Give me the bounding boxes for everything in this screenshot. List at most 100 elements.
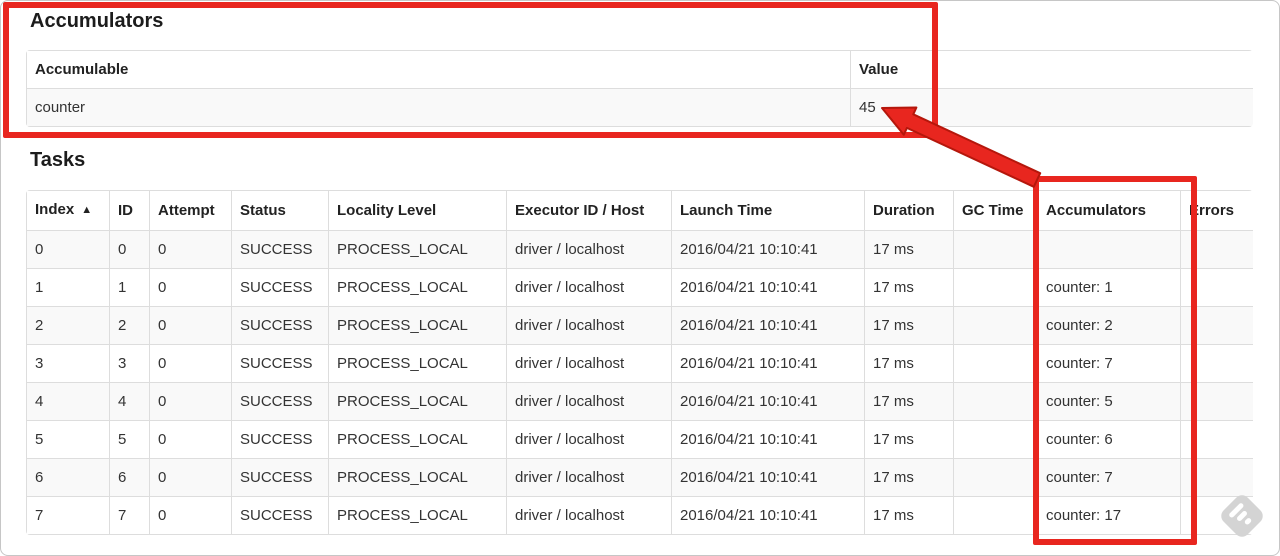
spark-ui-stage-page: Accumulators Accumulable Value counter 45 T… [0,0,1280,556]
cell-status: SUCCESS [231,268,329,307]
cell-attempt: 0 [149,230,232,269]
cell-errors [1180,268,1253,307]
cell-gc-time [953,230,1038,269]
cell-executor-id-host: driver / localhost [506,458,672,497]
cell-accumulators: counter: 2 [1037,306,1181,345]
cell-executor-id-host: driver / localhost [506,496,672,535]
cell-duration: 17 ms [864,458,954,497]
sort-ascending-icon: ▲ [81,204,93,216]
cell-executor-id-host: driver / localhost [506,268,672,307]
cell-index: 6 [26,458,110,497]
cell-locality-level: PROCESS_LOCAL [328,230,507,269]
cell-launch-time: 2016/04/21 10:10:41 [671,496,865,535]
cell-errors [1180,382,1253,421]
cell-duration: 17 ms [864,268,954,307]
cell-index: 3 [26,344,110,383]
cell-index: 4 [26,382,110,421]
cell-errors [1180,458,1253,497]
cell-launch-time: 2016/04/21 10:10:41 [671,306,865,345]
cell-gc-time [953,496,1038,535]
cell-attempt: 0 [149,382,232,421]
column-header-index[interactable]: Index ▲ [26,190,110,231]
cell-index: 2 [26,306,110,345]
cell-id: 4 [109,382,150,421]
cell-status: SUCCESS [231,382,329,421]
cell-executor-id-host: driver / localhost [506,344,672,383]
cell-launch-time: 2016/04/21 10:10:41 [671,458,865,497]
cell-accumulators [1037,230,1181,269]
cell-status: SUCCESS [231,496,329,535]
column-header-accumulable: Accumulable [26,50,851,89]
cell-status: SUCCESS [231,306,329,345]
cell-attempt: 0 [149,420,232,459]
cell-value: 45 [850,88,1253,127]
cell-id: 3 [109,344,150,383]
cell-executor-id-host: driver / localhost [506,382,672,421]
tasks-table: Index ▲ ID Attempt Status Locality Level Execu… [26,190,1253,535]
cell-status: SUCCESS [231,420,329,459]
cell-accumulators: counter: 5 [1037,382,1181,421]
cell-locality-level: PROCESS_LOCAL [328,382,507,421]
column-header-launch-time[interactable]: Launch Time [671,190,865,231]
column-header-gc-time[interactable]: GC Time [953,190,1038,231]
table-row: 7 7 0 SUCCESS PROCESS_LOCAL driver / localhos… [26,496,1253,535]
cell-locality-level: PROCESS_LOCAL [328,306,507,345]
column-header-status[interactable]: Status [231,190,329,231]
column-header-duration[interactable]: Duration [864,190,954,231]
cell-attempt: 0 [149,268,232,307]
cell-gc-time [953,306,1038,345]
cell-duration: 17 ms [864,306,954,345]
cell-gc-time [953,420,1038,459]
cell-index: 5 [26,420,110,459]
cell-attempt: 0 [149,496,232,535]
column-header-id[interactable]: ID [109,190,150,231]
cell-duration: 17 ms [864,420,954,459]
accumulators-table-grid: Accumulable Value counter 45 [26,50,1253,127]
column-header-accumulators[interactable]: Accumulators [1037,190,1181,231]
cell-executor-id-host: driver / localhost [506,306,672,345]
header-row: Accumulable Value [26,50,1253,89]
cell-launch-time: 2016/04/21 10:10:41 [671,420,865,459]
cell-duration: 17 ms [864,230,954,269]
cell-gc-time [953,268,1038,307]
cell-id: 5 [109,420,150,459]
column-header-locality-level[interactable]: Locality Level [328,190,507,231]
tasks-table-grid: Index ▲ ID Attempt Status Locality Level Execu… [26,190,1253,535]
table-row: 2 2 0 SUCCESS PROCESS_LOCAL driver / localhos… [26,306,1253,345]
accumulators-table: Accumulable Value counter 45 [26,50,1253,127]
cell-executor-id-host: driver / localhost [506,420,672,459]
cell-status: SUCCESS [231,344,329,383]
table-row: counter 45 [26,88,1253,127]
cell-locality-level: PROCESS_LOCAL [328,458,507,497]
header-row: Index ▲ ID Attempt Status Locality Level Execu… [26,190,1253,231]
table-row: 4 4 0 SUCCESS PROCESS_LOCAL driver / localhos… [26,382,1253,421]
table-row: 0 0 0 SUCCESS PROCESS_LOCAL driver / localhos… [26,230,1253,269]
cell-id: 0 [109,230,150,269]
cell-errors [1180,306,1253,345]
table-row: 5 5 0 SUCCESS PROCESS_LOCAL driver / localhos… [26,420,1253,459]
cell-accumulators: counter: 7 [1037,344,1181,383]
table-row: 3 3 0 SUCCESS PROCESS_LOCAL driver / localhos… [26,344,1253,383]
cell-errors [1180,496,1253,535]
cell-index: 0 [26,230,110,269]
cell-accumulators: counter: 7 [1037,458,1181,497]
column-header-errors[interactable]: Errors [1180,190,1253,231]
column-header-attempt[interactable]: Attempt [149,190,232,231]
cell-launch-time: 2016/04/21 10:10:41 [671,382,865,421]
cell-accumulators: counter: 17 [1037,496,1181,535]
accumulators-section-heading: Accumulators [30,10,164,32]
cell-attempt: 0 [149,344,232,383]
cell-id: 1 [109,268,150,307]
cell-index: 1 [26,268,110,307]
cell-launch-time: 2016/04/21 10:10:41 [671,344,865,383]
cell-accumulable: counter [26,88,851,127]
cell-duration: 17 ms [864,496,954,535]
column-header-executor-id-host[interactable]: Executor ID / Host [506,190,672,231]
cell-id: 6 [109,458,150,497]
cell-launch-time: 2016/04/21 10:10:41 [671,230,865,269]
cell-id: 2 [109,306,150,345]
cell-status: SUCCESS [231,230,329,269]
cell-status: SUCCESS [231,458,329,497]
cell-errors [1180,344,1253,383]
table-row: 1 1 0 SUCCESS PROCESS_LOCAL driver / localhos… [26,268,1253,307]
